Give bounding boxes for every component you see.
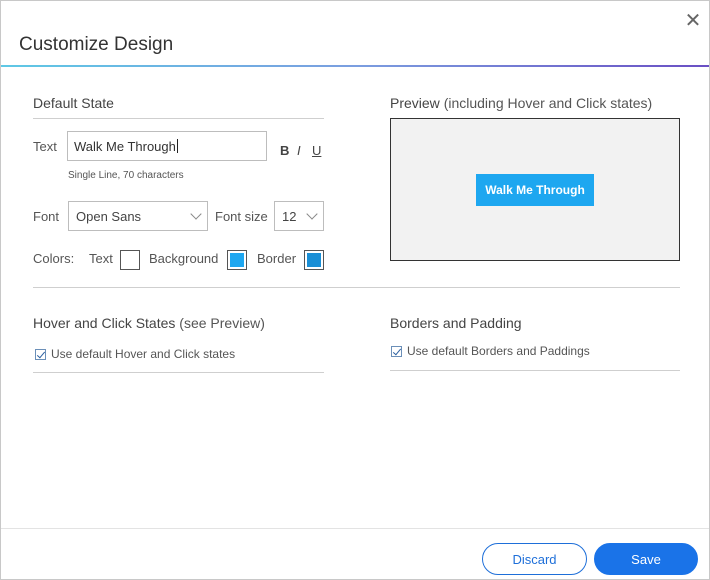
text-cursor [176,139,178,153]
save-button[interactable]: Save [594,543,698,575]
background-color-swatch[interactable] [227,250,247,270]
borders-padding-default-checkbox[interactable]: Use default Borders and Paddings [391,344,590,358]
hover-click-default-checkbox[interactable]: Use default Hover and Click states [35,347,235,361]
customize-design-dialog: Customize Design ✕ Default State Text Wa… [0,0,710,580]
preview-heading: Preview (including Hover and Click state… [390,95,652,111]
hover-click-heading-sub: (see Preview) [179,315,265,331]
color-text-label: Text [89,251,113,266]
preview-button[interactable]: Walk Me Through [476,174,594,206]
text-hint: Single Line, 70 characters [68,170,184,181]
discard-button[interactable]: Discard [482,543,587,575]
color-background-label: Background [149,251,219,266]
hover-click-heading-text: Hover and Click States [33,315,176,331]
header-accent-divider [1,65,709,67]
border-color-swatch[interactable] [304,250,324,270]
font-select-value: Open Sans [76,208,142,224]
font-select[interactable]: Open Sans [68,201,208,231]
text-color-fill [123,253,137,267]
colors-label: Colors: [33,251,75,266]
preview-panel: Walk Me Through [390,118,680,261]
font-size-label: Font size [215,209,268,224]
text-label: Text [33,139,57,154]
borders-padding-divider [390,370,680,371]
chevron-down-icon [306,208,318,220]
color-border-label: Border [257,251,297,266]
preview-heading-sub: (including Hover and Click states) [443,95,653,111]
preview-heading-text: Preview [390,95,440,111]
text-color-swatch[interactable] [120,250,140,270]
default-state-heading: Default State [33,95,114,111]
bold-button[interactable]: B [280,143,289,158]
close-icon[interactable]: ✕ [683,11,703,31]
footer-divider [1,528,709,529]
button-text-value: Walk Me Through [74,138,176,154]
borders-padding-heading: Borders and Padding [390,315,522,331]
font-size-value: 12 [282,208,297,224]
border-color-fill [307,253,321,267]
font-label: Font [33,209,60,224]
section-divider [33,287,680,288]
chevron-down-icon [190,208,202,220]
hover-click-divider [33,372,324,373]
underline-button[interactable]: U [312,143,321,158]
background-color-fill [230,253,244,267]
borders-padding-checkbox-label: Use default Borders and Paddings [407,344,590,358]
font-size-select[interactable]: 12 [274,201,324,231]
default-state-divider [33,118,324,119]
hover-click-heading: Hover and Click States (see Preview) [33,315,265,331]
checkbox-checked-icon [391,345,402,357]
checkbox-checked-icon [35,348,46,360]
dialog-title: Customize Design [19,34,174,55]
button-text-input[interactable]: Walk Me Through [67,131,267,161]
italic-button[interactable]: I [297,143,301,158]
hover-click-checkbox-label: Use default Hover and Click states [51,347,236,361]
